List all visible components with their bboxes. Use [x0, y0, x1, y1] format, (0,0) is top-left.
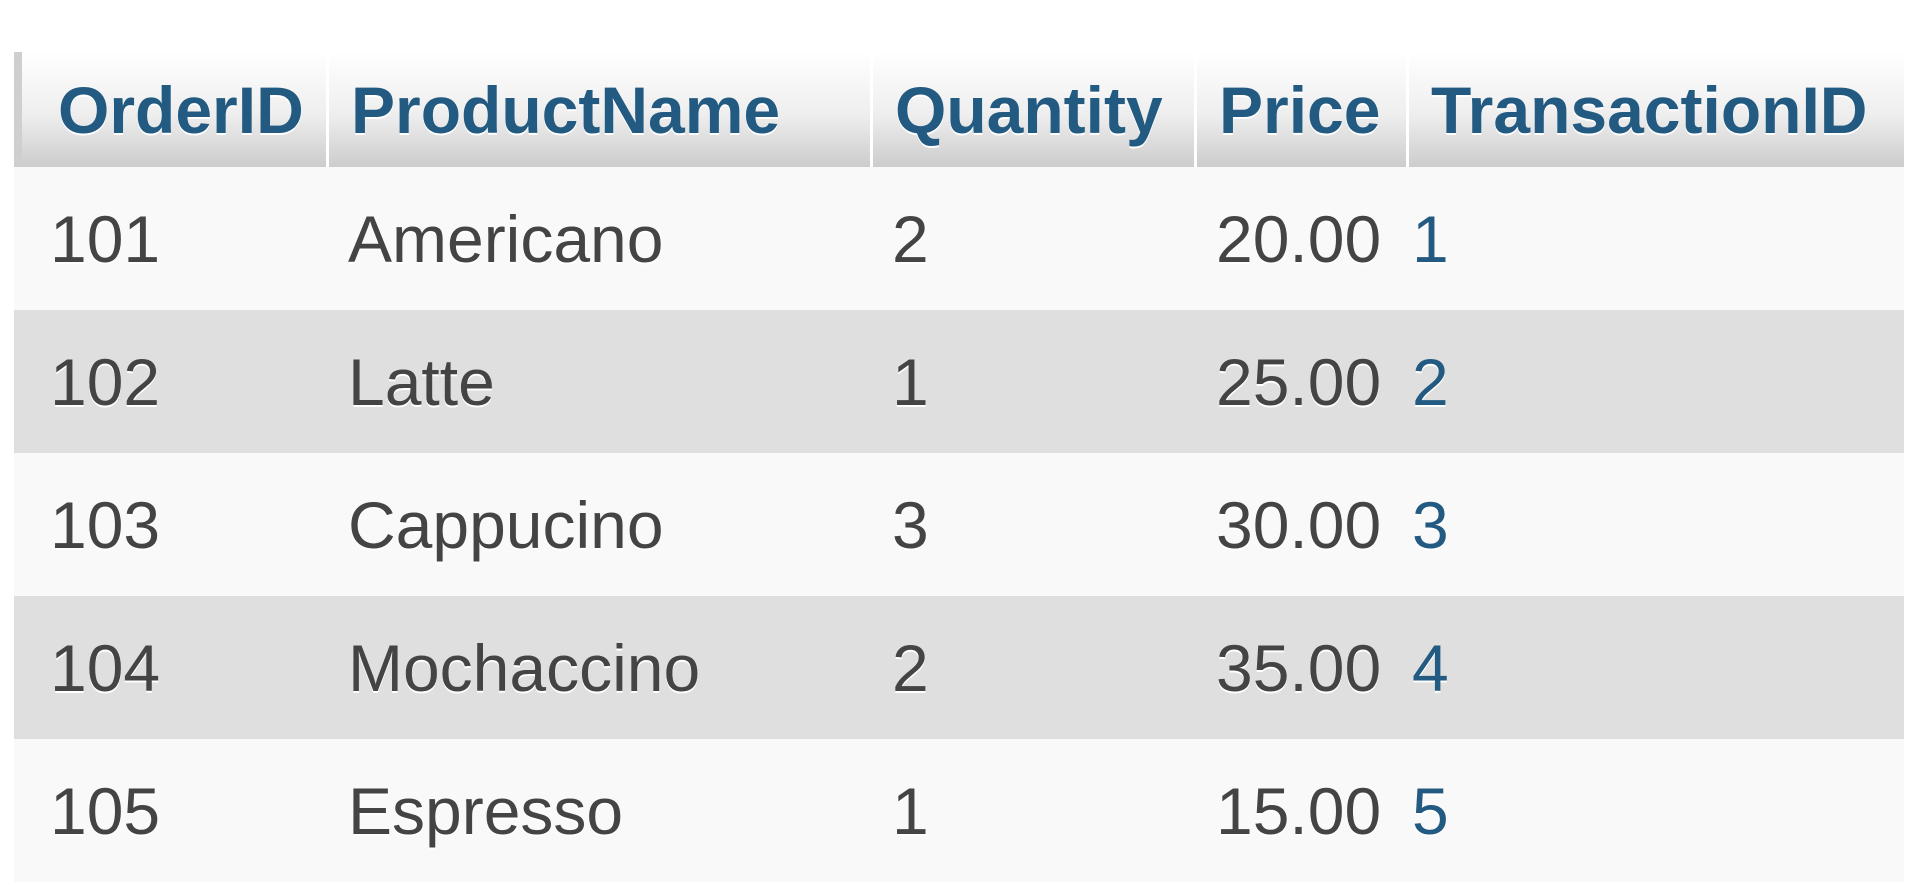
cell-transactionid-link[interactable]: 4 [1406, 596, 1904, 739]
table-body: 101 Americano 2 20.00 1 102 Latte 1 25.0… [14, 167, 1904, 882]
cell-price[interactable]: 20.00 [1194, 167, 1406, 310]
cell-quantity[interactable]: 3 [870, 453, 1194, 596]
cell-productname[interactable]: Latte [326, 310, 870, 453]
column-header-orderid[interactable]: OrderID [14, 52, 326, 167]
cell-transactionid-link[interactable]: 5 [1406, 739, 1904, 882]
table-row[interactable]: 101 Americano 2 20.00 1 [14, 167, 1904, 310]
cell-orderid[interactable]: 104 [14, 596, 326, 739]
column-header-quantity[interactable]: Quantity [870, 52, 1194, 167]
cell-price[interactable]: 30.00 [1194, 453, 1406, 596]
cell-productname[interactable]: Americano [326, 167, 870, 310]
cell-orderid[interactable]: 102 [14, 310, 326, 453]
cell-orderid[interactable]: 105 [14, 739, 326, 882]
cell-price[interactable]: 25.00 [1194, 310, 1406, 453]
table-row[interactable]: 104 Mochaccino 2 35.00 4 [14, 596, 1904, 739]
cell-productname[interactable]: Cappucino [326, 453, 870, 596]
cell-quantity[interactable]: 2 [870, 167, 1194, 310]
table-row[interactable]: 102 Latte 1 25.00 2 [14, 310, 1904, 453]
header-row: OrderID ProductName Quantity Price Trans… [14, 52, 1904, 167]
cell-quantity[interactable]: 2 [870, 596, 1194, 739]
cell-quantity[interactable]: 1 [870, 310, 1194, 453]
column-header-transactionid[interactable]: TransactionID [1406, 52, 1904, 167]
cell-transactionid-link[interactable]: 1 [1406, 167, 1904, 310]
cell-orderid[interactable]: 101 [14, 167, 326, 310]
cell-productname[interactable]: Espresso [326, 739, 870, 882]
cell-price[interactable]: 15.00 [1194, 739, 1406, 882]
cell-price[interactable]: 35.00 [1194, 596, 1406, 739]
results-table: OrderID ProductName Quantity Price Trans… [14, 52, 1904, 882]
cell-quantity[interactable]: 1 [870, 739, 1194, 882]
cell-transactionid-link[interactable]: 3 [1406, 453, 1904, 596]
column-header-productname[interactable]: ProductName [326, 52, 870, 167]
table-header: OrderID ProductName Quantity Price Trans… [14, 52, 1904, 167]
column-header-price[interactable]: Price [1194, 52, 1406, 167]
table-row[interactable]: 105 Espresso 1 15.00 5 [14, 739, 1904, 882]
cell-orderid[interactable]: 103 [14, 453, 326, 596]
table-row[interactable]: 103 Cappucino 3 30.00 3 [14, 453, 1904, 596]
query-results-panel: OrderID ProductName Quantity Price Trans… [0, 0, 1920, 883]
cell-productname[interactable]: Mochaccino [326, 596, 870, 739]
cell-transactionid-link[interactable]: 2 [1406, 310, 1904, 453]
